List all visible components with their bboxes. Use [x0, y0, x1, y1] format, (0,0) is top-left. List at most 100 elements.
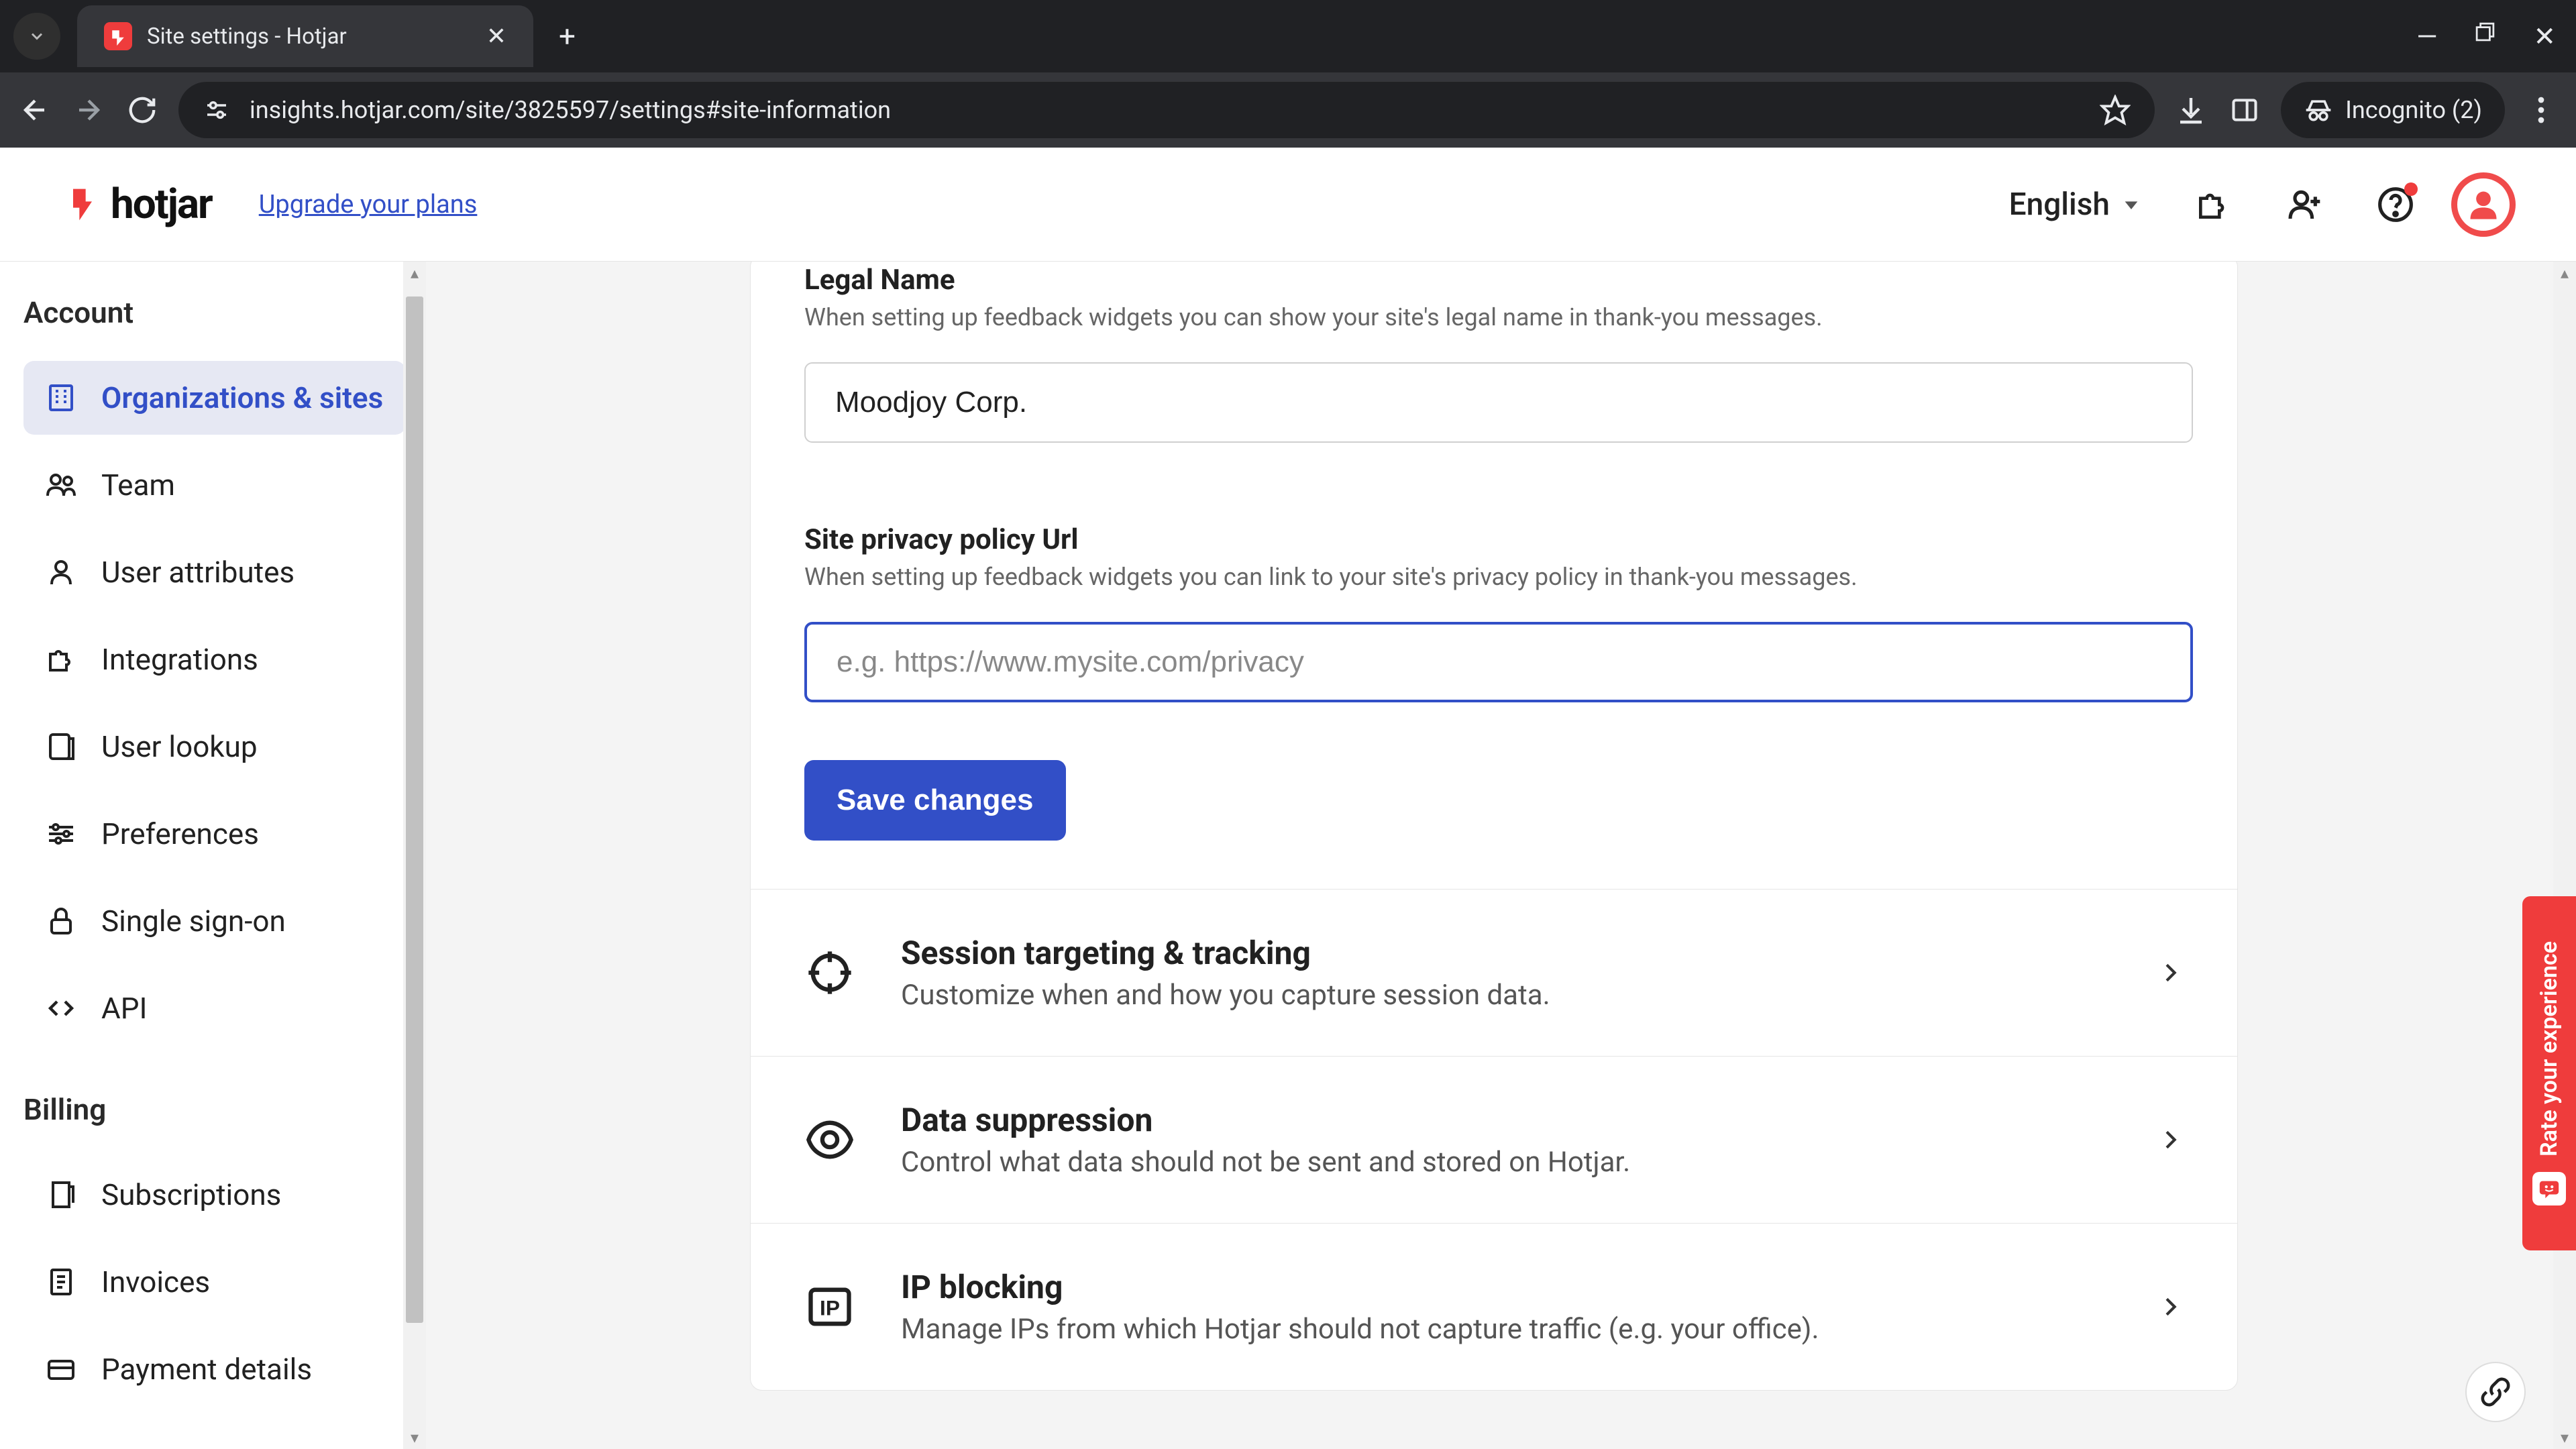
new-tab-button[interactable]: + — [559, 19, 576, 54]
language-label: English — [2009, 186, 2110, 223]
browser-tabbar: Site settings - Hotjar ✕ + — ✕ — [0, 0, 2576, 72]
legal-name-label: Legal Name — [804, 264, 2186, 297]
tab-close-icon[interactable]: ✕ — [486, 22, 506, 50]
scroll-up-icon[interactable]: ▴ — [2553, 262, 2576, 284]
svg-text:IP: IP — [820, 1296, 840, 1320]
copy-link-button[interactable] — [2465, 1362, 2526, 1422]
privacy-url-input[interactable] — [804, 622, 2193, 702]
privacy-url-hint: When setting up feedback widgets you can… — [804, 563, 2186, 591]
reload-button[interactable] — [125, 93, 160, 127]
sidebar-item-subscriptions[interactable]: Subscriptions — [23, 1158, 406, 1232]
sidebar-item-preferences[interactable]: Preferences — [23, 797, 406, 871]
section-title: Data suppression — [901, 1101, 1630, 1139]
card-icon — [45, 1353, 77, 1385]
tabs-dropdown-button[interactable] — [13, 13, 60, 60]
window-close-button[interactable]: ✕ — [2533, 21, 2556, 52]
sidebar-item-label: Invoices — [101, 1265, 210, 1299]
section-session-targeting[interactable]: Session targeting & tracking Customize w… — [751, 889, 2237, 1056]
team-icon — [45, 469, 77, 501]
sidebar-item-invoices[interactable]: Invoices — [23, 1245, 406, 1319]
sidebar-item-label: Preferences — [101, 816, 259, 851]
user-lookup-icon — [45, 731, 77, 763]
add-user-icon — [2286, 186, 2323, 223]
sidebar-item-label: User attributes — [101, 555, 294, 590]
forward-button[interactable] — [71, 93, 106, 127]
sidebar-item-label: Payment details — [101, 1352, 312, 1387]
sidebar-item-organizations[interactable]: Organizations & sites — [23, 361, 406, 435]
side-panel-button[interactable] — [2227, 93, 2262, 127]
hotjar-logo-text: hotjar — [111, 180, 212, 229]
sidebar-item-sso[interactable]: Single sign-on — [23, 884, 406, 958]
code-icon — [45, 992, 77, 1024]
invite-user-button[interactable] — [2286, 186, 2323, 223]
scrollbar-thumb[interactable] — [406, 297, 423, 1323]
main-scrollbar[interactable]: ▴ ▾ — [2553, 262, 2576, 1449]
eye-icon — [804, 1114, 855, 1165]
upgrade-link[interactable]: Upgrade your plans — [259, 190, 478, 219]
extensions-button[interactable] — [2194, 186, 2232, 223]
target-icon — [804, 947, 855, 998]
section-title: IP blocking — [901, 1268, 1819, 1306]
incognito-indicator[interactable]: Incognito (2) — [2281, 82, 2505, 138]
sidebar-item-team[interactable]: Team — [23, 448, 406, 522]
browser-tab[interactable]: Site settings - Hotjar ✕ — [77, 5, 533, 67]
hotjar-logo[interactable]: hotjar — [64, 180, 212, 229]
notification-dot — [2404, 182, 2418, 196]
section-subtitle: Control what data should not be sent and… — [901, 1146, 1630, 1179]
sidebar-item-api[interactable]: API — [23, 971, 406, 1045]
browser-menu-button[interactable] — [2524, 93, 2559, 127]
legal-name-input[interactable] — [804, 362, 2193, 443]
link-icon — [2480, 1377, 2511, 1407]
help-button[interactable] — [2377, 186, 2414, 223]
feedback-tab[interactable]: Rate your experience — [2522, 896, 2576, 1250]
chevron-right-icon — [2157, 1126, 2184, 1153]
lock-icon — [45, 905, 77, 937]
integrations-icon — [45, 643, 77, 676]
organizations-icon — [45, 382, 77, 414]
preferences-icon — [45, 818, 77, 850]
address-bar[interactable]: insights.hotjar.com/site/3825597/setting… — [178, 82, 2155, 138]
sidebar-item-user-attributes[interactable]: User attributes — [23, 535, 406, 609]
site-controls-icon[interactable] — [203, 96, 231, 124]
scroll-up-icon[interactable]: ▴ — [403, 262, 426, 284]
sidebar-item-label: Organizations & sites — [101, 380, 383, 415]
sidebar-section-account: Account — [23, 295, 406, 330]
scroll-down-icon[interactable]: ▾ — [403, 1426, 426, 1449]
downloads-button[interactable] — [2174, 93, 2208, 127]
tab-title: Site settings - Hotjar — [147, 23, 486, 50]
scroll-down-icon[interactable]: ▾ — [2553, 1426, 2576, 1449]
sidebar-item-user-lookup[interactable]: User lookup — [23, 710, 406, 784]
settings-card: Legal Name When setting up feedback widg… — [750, 262, 2238, 1391]
caret-down-icon — [2122, 195, 2141, 214]
language-selector[interactable]: English — [2009, 186, 2141, 223]
save-changes-button[interactable]: Save changes — [804, 760, 1066, 841]
sidebar-item-integrations[interactable]: Integrations — [23, 623, 406, 696]
window-restore-button[interactable] — [2474, 21, 2496, 43]
sidebar-scrollbar[interactable]: ▴ ▾ — [403, 262, 426, 1449]
star-icon[interactable] — [2100, 95, 2131, 125]
sidebar: Account Organizations & sites Team User … — [0, 262, 426, 1449]
sidebar-item-label: Single sign-on — [101, 904, 286, 938]
sidebar-section-billing: Billing — [23, 1092, 406, 1127]
legal-name-hint: When setting up feedback widgets you can… — [804, 303, 2186, 331]
browser-toolbar: insights.hotjar.com/site/3825597/setting… — [0, 72, 2576, 148]
section-ip-blocking[interactable]: IP IP blocking Manage IPs from which Hot… — [751, 1223, 2237, 1390]
section-subtitle: Customize when and how you capture sessi… — [901, 979, 1550, 1012]
sidebar-item-payment-details[interactable]: Payment details — [23, 1332, 406, 1406]
ip-icon: IP — [804, 1281, 855, 1332]
main-content: Legal Name When setting up feedback widg… — [426, 262, 2576, 1449]
subscriptions-icon — [45, 1179, 77, 1211]
window-minimize-button[interactable]: — — [2416, 21, 2437, 52]
user-attributes-icon — [45, 556, 77, 588]
user-icon — [2466, 187, 2501, 222]
incognito-icon — [2304, 95, 2333, 125]
feedback-smiley-icon — [2532, 1172, 2566, 1205]
section-data-suppression[interactable]: Data suppression Control what data shoul… — [751, 1056, 2237, 1223]
user-avatar[interactable] — [2451, 172, 2516, 237]
url-text: insights.hotjar.com/site/3825597/setting… — [250, 96, 2081, 124]
sidebar-item-label: Integrations — [101, 642, 258, 677]
sidebar-item-label: Subscriptions — [101, 1177, 281, 1212]
sidebar-item-label: User lookup — [101, 729, 258, 764]
back-button[interactable] — [17, 93, 52, 127]
invoices-icon — [45, 1266, 77, 1298]
